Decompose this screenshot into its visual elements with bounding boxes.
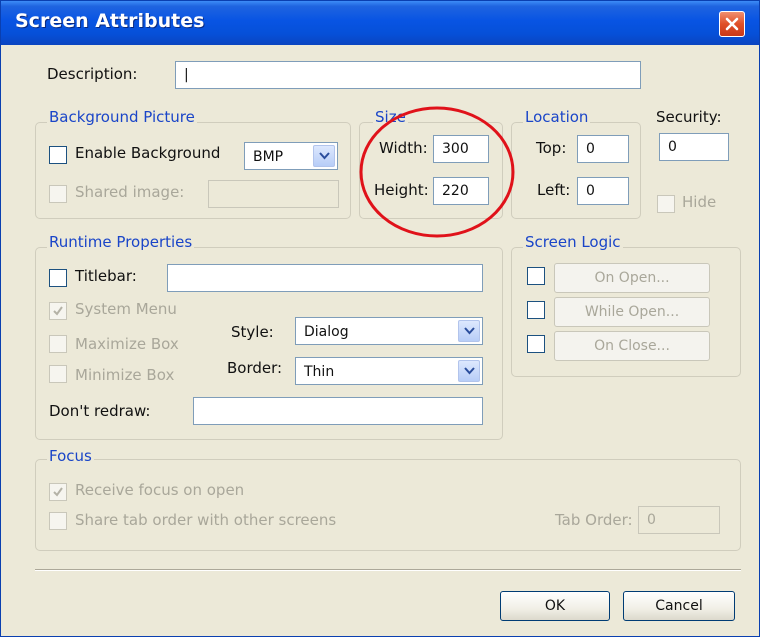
size-group-title: Size <box>373 108 408 126</box>
screen-logic-group-title: Screen Logic <box>523 233 623 251</box>
on-open-checkbox[interactable] <box>527 267 545 285</box>
shared-image-label: Shared image: <box>75 183 185 201</box>
left-input[interactable]: 0 <box>577 177 629 205</box>
system-menu-checkbox[interactable] <box>49 302 67 320</box>
titlebar-input[interactable] <box>167 264 483 292</box>
cancel-button[interactable]: Cancel <box>623 591 735 621</box>
tab-order-input[interactable]: 0 <box>638 506 720 534</box>
description-label: Description: <box>47 65 138 83</box>
checkmark-icon <box>53 487 63 497</box>
checkmark-icon <box>53 306 63 316</box>
shared-image-input[interactable] <box>208 180 339 208</box>
description-input[interactable]: | <box>175 61 641 89</box>
security-label: Security: <box>656 108 722 126</box>
focus-group-title: Focus <box>47 447 94 465</box>
share-tab-order-checkbox[interactable] <box>49 512 67 530</box>
dropdown-button[interactable] <box>458 360 480 382</box>
height-input[interactable]: 220 <box>433 177 489 205</box>
border-select[interactable]: Thin <box>295 357 483 385</box>
close-icon <box>725 17 739 31</box>
titlebar-label: Titlebar: <box>75 267 137 285</box>
shared-image-checkbox[interactable] <box>49 185 67 203</box>
background-picture-group-title: Background Picture <box>47 108 197 126</box>
dropdown-button[interactable] <box>458 320 480 342</box>
while-open-button[interactable]: While Open... <box>554 297 710 327</box>
runtime-properties-group-title: Runtime Properties <box>47 233 195 251</box>
share-tab-order-label: Share tab order with other screens <box>75 511 337 529</box>
ok-button[interactable]: OK <box>500 591 610 621</box>
width-label: Width: <box>379 139 428 157</box>
style-select[interactable]: Dialog <box>295 317 483 345</box>
tab-order-label: Tab Order: <box>555 511 633 529</box>
maximize-box-label: Maximize Box <box>75 335 179 353</box>
hide-checkbox[interactable] <box>657 195 675 213</box>
border-label: Border: <box>227 359 283 377</box>
chevron-down-icon <box>464 327 475 335</box>
focus-group <box>35 459 741 551</box>
receive-focus-label: Receive focus on open <box>75 481 245 499</box>
top-input[interactable]: 0 <box>577 135 629 163</box>
background-format-value: BMP <box>253 149 284 165</box>
enable-background-checkbox[interactable] <box>49 146 67 164</box>
enable-background-label: Enable Background <box>75 144 221 162</box>
on-close-button[interactable]: On Close... <box>554 331 710 361</box>
dont-redraw-input[interactable] <box>193 397 483 425</box>
dont-redraw-label: Don't redraw: <box>49 402 151 420</box>
receive-focus-checkbox[interactable] <box>49 483 67 501</box>
height-label: Height: <box>374 181 429 199</box>
minimize-box-label: Minimize Box <box>75 366 175 384</box>
border-value: Thin <box>304 364 335 380</box>
maximize-box-checkbox[interactable] <box>49 335 67 353</box>
screen-attributes-dialog: Screen Attributes Description: | Backgro… <box>0 0 760 637</box>
while-open-checkbox[interactable] <box>527 301 545 319</box>
background-format-select[interactable]: BMP <box>244 142 338 170</box>
style-value: Dialog <box>304 324 349 340</box>
separator <box>35 569 741 571</box>
dropdown-button[interactable] <box>313 145 335 167</box>
chevron-down-icon <box>464 367 475 375</box>
chevron-down-icon <box>319 152 330 160</box>
top-label: Top: <box>536 139 567 157</box>
system-menu-label: System Menu <box>75 300 177 318</box>
hide-label: Hide <box>682 193 717 211</box>
style-label: Style: <box>231 323 274 341</box>
location-group-title: Location <box>523 108 591 126</box>
on-open-button[interactable]: On Open... <box>554 263 710 293</box>
width-input[interactable]: 300 <box>433 135 489 163</box>
title-bar[interactable]: Screen Attributes <box>1 1 759 45</box>
close-button[interactable] <box>719 11 745 37</box>
security-input[interactable]: 0 <box>659 133 729 161</box>
on-close-checkbox[interactable] <box>527 335 545 353</box>
titlebar-checkbox[interactable] <box>49 269 67 287</box>
minimize-box-checkbox[interactable] <box>49 365 67 383</box>
window-title: Screen Attributes <box>15 10 205 32</box>
left-label: Left: <box>537 181 571 199</box>
